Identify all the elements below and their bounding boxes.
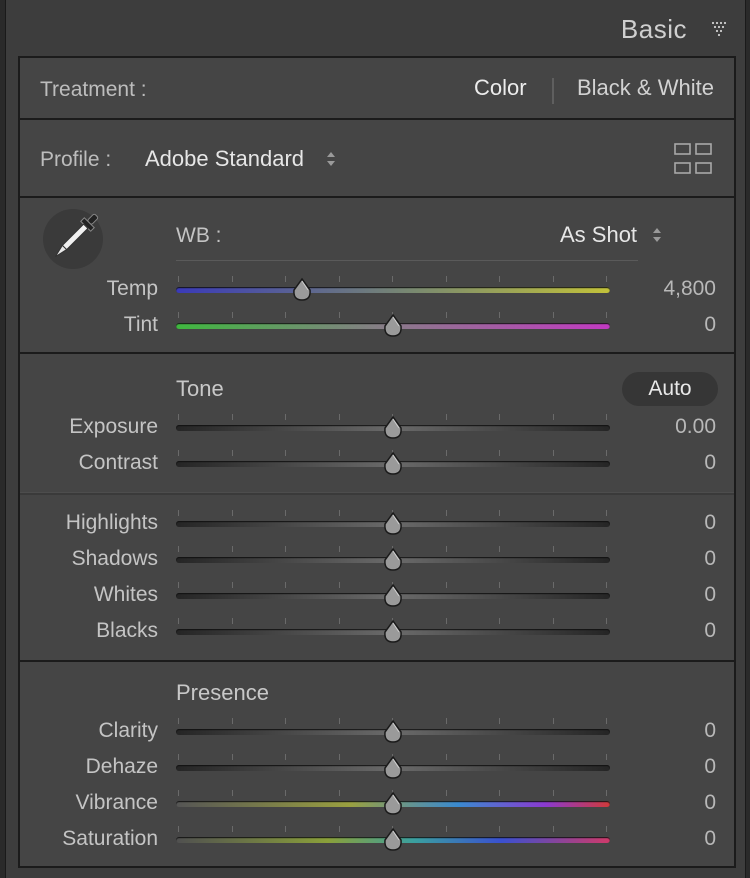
profile-stepper-icon[interactable] (326, 150, 336, 168)
whites-label: Whites (93, 583, 158, 606)
temp-ticks (176, 276, 610, 284)
temp-label: Temp (106, 277, 158, 300)
temp-slider-row: Temp 4,800 (20, 272, 738, 306)
temp-slider-thumb[interactable] (291, 277, 313, 303)
contrast-label: Contrast (78, 451, 158, 474)
profile-label: Profile : (40, 148, 112, 171)
tone-divider (20, 492, 734, 495)
dehaze-slider-row: Dehaze 0 (20, 750, 738, 784)
vibrance-value[interactable]: 0 (704, 791, 716, 815)
white-balance-section: WB : As Shot Temp 4,800 Tint 0 (18, 196, 736, 354)
clarity-slider-thumb[interactable] (382, 719, 404, 745)
tint-label: Tint (123, 313, 158, 336)
treatment-color-option[interactable]: Color (474, 75, 527, 101)
profile-dropdown[interactable]: Adobe Standard (145, 146, 304, 172)
profile-browser-grid-icon[interactable] (674, 142, 712, 176)
exposure-slider-thumb[interactable] (382, 415, 404, 441)
presence-section: Presence Clarity 0 Dehaze 0 Vibrance 0 Saturat… (18, 660, 736, 868)
tint-slider-row: Tint 0 (20, 308, 738, 342)
saturation-slider-row: Saturation 0 (20, 822, 738, 856)
panel-title: Basic (620, 14, 687, 44)
presence-title: Presence (176, 680, 269, 705)
shadows-slider-thumb[interactable] (382, 547, 404, 573)
clarity-value[interactable]: 0 (704, 719, 716, 743)
wb-stepper-icon[interactable] (652, 226, 662, 244)
treatment-separator (552, 78, 554, 104)
vibrance-slider-row: Vibrance 0 (20, 786, 738, 820)
dehaze-value[interactable]: 0 (704, 755, 716, 779)
auto-tone-button[interactable]: Auto (622, 372, 718, 406)
tint-value[interactable]: 0 (704, 313, 716, 337)
shadows-slider-row: Shadows 0 (20, 542, 738, 576)
dehaze-slider-thumb[interactable] (382, 755, 404, 781)
tone-title: Tone (176, 376, 224, 401)
wb-dropdown[interactable]: As Shot (560, 222, 637, 248)
treatment-section: Treatment : Color Black & White (18, 56, 736, 120)
exposure-value[interactable]: 0.00 (675, 415, 716, 439)
wb-label: WB : (176, 224, 222, 247)
tone-section: Tone Auto Exposure 0.00 Contrast 0 Highlight… (18, 352, 736, 662)
temp-slider-track[interactable] (176, 287, 610, 293)
whites-slider-thumb[interactable] (382, 583, 404, 609)
temp-value[interactable]: 4,800 (663, 277, 716, 301)
vibrance-slider-thumb[interactable] (382, 791, 404, 817)
saturation-value[interactable]: 0 (704, 827, 716, 851)
panel-header[interactable]: Basic (6, 0, 745, 56)
saturation-slider-thumb[interactable] (382, 827, 404, 853)
basic-panel: Basic Treatment : Color Black & White Pr… (5, 0, 746, 878)
collapse-triangle-icon[interactable] (711, 20, 729, 38)
contrast-slider-thumb[interactable] (382, 451, 404, 477)
blacks-value[interactable]: 0 (704, 619, 716, 643)
wb-divider (176, 260, 638, 261)
eyedropper-icon[interactable] (42, 208, 104, 270)
blacks-slider-row: Blacks 0 (20, 614, 738, 648)
highlights-slider-row: Highlights 0 (20, 506, 738, 540)
clarity-slider-row: Clarity 0 (20, 714, 738, 748)
vibrance-label: Vibrance (75, 791, 158, 814)
saturation-label: Saturation (62, 827, 158, 850)
contrast-slider-row: Contrast 0 (20, 446, 738, 480)
clarity-label: Clarity (98, 719, 158, 742)
whites-value[interactable]: 0 (704, 583, 716, 607)
exposure-slider-row: Exposure 0.00 (20, 410, 738, 444)
dehaze-label: Dehaze (85, 755, 158, 778)
whites-slider-row: Whites 0 (20, 578, 738, 612)
blacks-slider-thumb[interactable] (382, 619, 404, 645)
treatment-label: Treatment : (40, 78, 147, 101)
treatment-bw-option[interactable]: Black & White (577, 75, 714, 101)
shadows-label: Shadows (71, 547, 158, 570)
highlights-value[interactable]: 0 (704, 511, 716, 535)
shadows-value[interactable]: 0 (704, 547, 716, 571)
blacks-label: Blacks (96, 619, 158, 642)
tint-slider-thumb[interactable] (382, 313, 404, 339)
contrast-value[interactable]: 0 (704, 451, 716, 475)
highlights-label: Highlights (65, 511, 158, 534)
highlights-slider-thumb[interactable] (382, 511, 404, 537)
exposure-label: Exposure (69, 415, 158, 438)
profile-section: Profile : Adobe Standard (18, 118, 736, 198)
